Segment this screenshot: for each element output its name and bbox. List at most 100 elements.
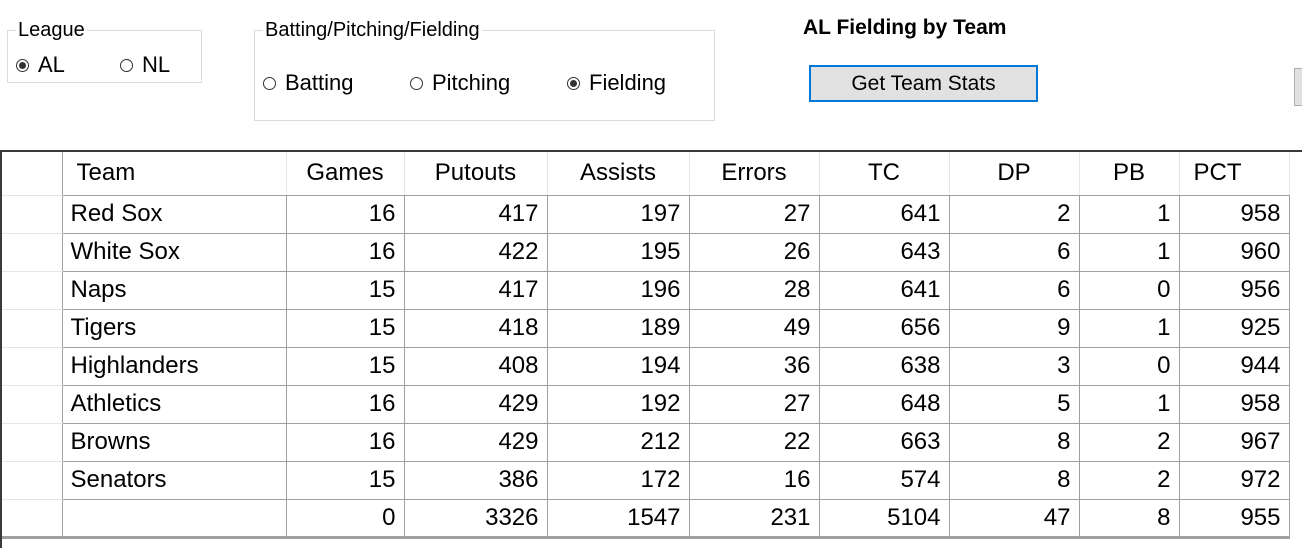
- table-row[interactable]: Red Sox 16 417 197 27 641 2 1 958: [2, 194, 1290, 234]
- column-header-pct[interactable]: PCT: [1178, 152, 1290, 196]
- cell-games[interactable]: 16: [285, 194, 405, 234]
- cell-games[interactable]: 15: [285, 270, 405, 310]
- radio-batting[interactable]: Batting: [263, 71, 354, 95]
- cell-errors[interactable]: 27: [688, 384, 820, 424]
- cell-team[interactable]: [61, 498, 287, 539]
- table-row[interactable]: Senators 15 386 172 16 574 8 2 972: [2, 460, 1290, 500]
- cell-pct[interactable]: 955: [1178, 498, 1290, 539]
- row-header[interactable]: [2, 270, 63, 310]
- cell-pb[interactable]: 8: [1078, 498, 1180, 539]
- cell-team[interactable]: Tigers: [61, 308, 287, 348]
- radio-al[interactable]: AL: [16, 53, 65, 77]
- cell-errors[interactable]: 22: [688, 422, 820, 462]
- table-row[interactable]: White Sox 16 422 195 26 643 6 1 960: [2, 232, 1290, 272]
- cell-dp[interactable]: 2: [948, 194, 1080, 234]
- cell-tc[interactable]: 641: [818, 270, 950, 310]
- cell-dp[interactable]: 6: [948, 270, 1080, 310]
- cell-tc[interactable]: 643: [818, 232, 950, 272]
- cell-putouts[interactable]: 422: [403, 232, 548, 272]
- cell-assists[interactable]: 172: [546, 460, 690, 500]
- cell-team[interactable]: Highlanders: [61, 346, 287, 386]
- table-row[interactable]: Naps 15 417 196 28 641 6 0 956: [2, 270, 1290, 310]
- cell-errors[interactable]: 16: [688, 460, 820, 500]
- cell-dp[interactable]: 3: [948, 346, 1080, 386]
- cell-dp[interactable]: 6: [948, 232, 1080, 272]
- table-row[interactable]: Highlanders 15 408 194 36 638 3 0 944: [2, 346, 1290, 386]
- get-team-stats-button[interactable]: Get Team Stats: [809, 65, 1038, 102]
- column-header-tc[interactable]: TC: [818, 152, 950, 196]
- cell-games[interactable]: 15: [285, 346, 405, 386]
- cell-pct[interactable]: 967: [1178, 422, 1290, 462]
- cell-tc[interactable]: 641: [818, 194, 950, 234]
- cell-pct[interactable]: 958: [1178, 384, 1290, 424]
- cell-assists[interactable]: 196: [546, 270, 690, 310]
- cell-pb[interactable]: 1: [1078, 232, 1180, 272]
- cell-team[interactable]: Red Sox: [61, 194, 287, 234]
- cell-pb[interactable]: 0: [1078, 270, 1180, 310]
- cell-putouts[interactable]: 417: [403, 270, 548, 310]
- cell-errors[interactable]: 28: [688, 270, 820, 310]
- row-header[interactable]: [2, 194, 63, 234]
- table-row[interactable]: Browns 16 429 212 22 663 8 2 967: [2, 422, 1290, 462]
- totals-row[interactable]: 0 3326 1547 231 5104 47 8 955: [2, 498, 1290, 539]
- cell-dp[interactable]: 9: [948, 308, 1080, 348]
- cell-pb[interactable]: 1: [1078, 308, 1180, 348]
- cell-tc[interactable]: 663: [818, 422, 950, 462]
- table-row[interactable]: Athletics 16 429 192 27 648 5 1 958: [2, 384, 1290, 424]
- cell-pct[interactable]: 972: [1178, 460, 1290, 500]
- radio-unchecked-icon[interactable]: [120, 58, 133, 72]
- row-header[interactable]: [2, 422, 63, 462]
- cell-assists[interactable]: 192: [546, 384, 690, 424]
- cell-errors[interactable]: 36: [688, 346, 820, 386]
- cell-putouts[interactable]: 417: [403, 194, 548, 234]
- cell-tc[interactable]: 648: [818, 384, 950, 424]
- row-header[interactable]: [2, 232, 63, 272]
- radio-checked-icon[interactable]: [567, 76, 580, 90]
- cell-pct[interactable]: 960: [1178, 232, 1290, 272]
- column-header-games[interactable]: Games: [285, 152, 405, 196]
- radio-unchecked-icon[interactable]: [410, 76, 423, 90]
- row-header[interactable]: [2, 308, 63, 348]
- radio-nl[interactable]: NL: [120, 53, 170, 77]
- radio-fielding[interactable]: Fielding: [567, 71, 666, 95]
- column-header-pb[interactable]: PB: [1078, 152, 1180, 196]
- cell-pb[interactable]: 0: [1078, 346, 1180, 386]
- offscreen-button[interactable]: [1294, 68, 1302, 106]
- cell-dp[interactable]: 47: [948, 498, 1080, 539]
- radio-unchecked-icon[interactable]: [263, 76, 276, 90]
- cell-pct[interactable]: 956: [1178, 270, 1290, 310]
- cell-team[interactable]: White Sox: [61, 232, 287, 272]
- team-stats-grid[interactable]: Team Games Putouts Assists Errors TC DP …: [0, 150, 1302, 548]
- cell-dp[interactable]: 5: [948, 384, 1080, 424]
- cell-pb[interactable]: 2: [1078, 460, 1180, 500]
- cell-team[interactable]: Senators: [61, 460, 287, 500]
- row-header[interactable]: [2, 384, 63, 424]
- column-header-dp[interactable]: DP: [948, 152, 1080, 196]
- cell-errors[interactable]: 231: [688, 498, 820, 539]
- cell-pb[interactable]: 1: [1078, 384, 1180, 424]
- cell-dp[interactable]: 8: [948, 460, 1080, 500]
- cell-putouts[interactable]: 408: [403, 346, 548, 386]
- cell-games[interactable]: 15: [285, 460, 405, 500]
- cell-pct[interactable]: 958: [1178, 194, 1290, 234]
- cell-putouts[interactable]: 386: [403, 460, 548, 500]
- radio-pitching[interactable]: Pitching: [410, 71, 510, 95]
- cell-pct[interactable]: 925: [1178, 308, 1290, 348]
- cell-errors[interactable]: 26: [688, 232, 820, 272]
- cell-games[interactable]: 16: [285, 422, 405, 462]
- cell-assists[interactable]: 189: [546, 308, 690, 348]
- cell-putouts[interactable]: 418: [403, 308, 548, 348]
- cell-assists[interactable]: 194: [546, 346, 690, 386]
- row-header-corner[interactable]: [2, 152, 63, 196]
- cell-assists[interactable]: 212: [546, 422, 690, 462]
- cell-assists[interactable]: 197: [546, 194, 690, 234]
- cell-errors[interactable]: 49: [688, 308, 820, 348]
- column-header-putouts[interactable]: Putouts: [403, 152, 548, 196]
- column-header-team[interactable]: Team: [61, 152, 287, 196]
- cell-pb[interactable]: 1: [1078, 194, 1180, 234]
- cell-team[interactable]: Browns: [61, 422, 287, 462]
- cell-tc[interactable]: 638: [818, 346, 950, 386]
- cell-putouts[interactable]: 429: [403, 384, 548, 424]
- cell-assists[interactable]: 195: [546, 232, 690, 272]
- cell-tc[interactable]: 574: [818, 460, 950, 500]
